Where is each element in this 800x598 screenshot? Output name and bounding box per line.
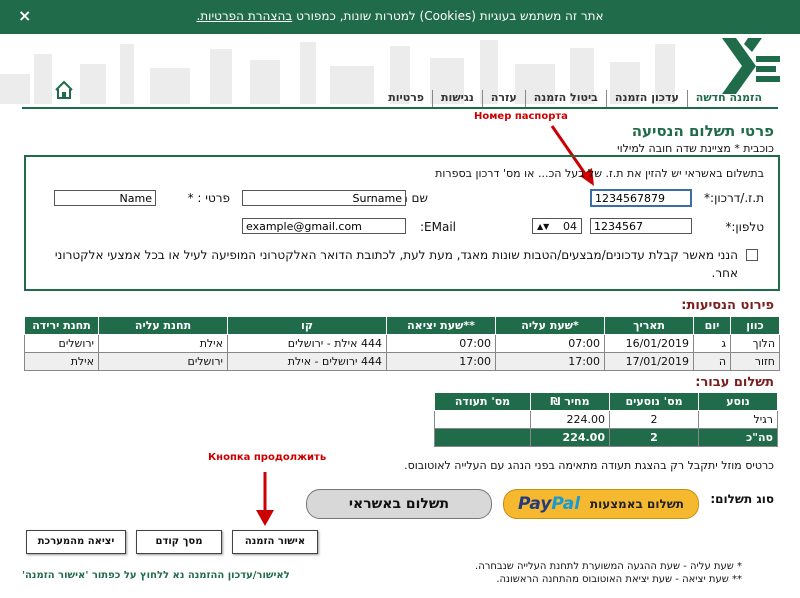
footnote-boarding-time: * שעת עליה - שעת ההגעה המשוערת לתחנת העל… [475,561,742,572]
page-title: פרטי תשלום הנסיעה [631,122,774,140]
col-date: תאריך [604,316,694,335]
cookie-message-text: אתר זה משתמש בעוגיות (Cookies) למטרות שו… [296,9,604,23]
email-input[interactable] [242,218,406,234]
annotation-continue: Кнопка продолжить [208,452,327,463]
cell: 07:00 [386,334,496,353]
tab-update-order[interactable]: עדכון הזמנה [605,90,687,108]
annotation-passport: Номер паспорта [474,111,568,122]
trips-table: כוון יום תאריך *שעת עליה **שעת יציאה קו … [24,316,780,371]
cell [434,428,531,447]
cell: ירושלים [98,352,228,371]
cell: 444 ירושלים - אילת [227,352,387,371]
table-header-row: נוסע מס' נוסעים מחיר ₪ מס' תעודה [434,392,778,411]
home-icon[interactable] [54,80,74,100]
cell: אילת [24,352,99,371]
cell: 17:00 [386,352,496,371]
spinner-arrows-icon[interactable]: ▲▼ [537,222,549,231]
cell: 2 [609,410,699,429]
firstname-label: פרטי : * [187,191,230,205]
firstname-input[interactable] [54,190,156,206]
cell: רגיל [698,410,778,429]
id-number-input[interactable] [590,189,692,207]
col-certificate: מס' תעודה [434,392,531,411]
table-row: הלוך ג 16/01/2019 07:00 07:00 444 אילת -… [24,334,780,353]
credit-card-button[interactable]: תשלום באשראי [306,489,492,519]
nav-divider [22,107,778,109]
paypal-logo-part2: Pal [551,494,581,514]
tab-privacy[interactable]: פרטיות [380,90,432,108]
cookie-banner: × אתר זה משתמש בעוגיות (Cookies) למטרות … [0,0,800,34]
consent-text: הנני מאשר קבלת עדכונים/מבצעים/הטבות שונו… [54,248,738,280]
cell: 07:00 [495,334,605,353]
footnotes: * שעת עליה - שעת ההגעה המשוערת לתחנת העל… [475,560,742,586]
col-direction: כוון [730,316,780,335]
tab-help[interactable]: עזרה [481,90,525,108]
cell: ג [693,334,731,353]
payment-table: נוסע מס' נוסעים מחיר ₪ מס' תעודה רגיל 2 … [434,392,778,447]
phone-label: טלפון:* [725,220,764,234]
cell: 224.00 [530,428,610,447]
cell [434,410,531,429]
cell: סה"כ [698,428,778,447]
paypal-button[interactable]: PayPal תשלום באמצעות [503,489,699,519]
arrow-down-icon [256,472,274,526]
col-price: מחיר ₪ [530,392,610,411]
table-total-row: סה"כ 2 224.00 [434,428,778,447]
col-passenger: נוסע [698,392,778,411]
payment-section-title: תשלום עבור: [695,375,774,390]
privacy-link[interactable]: בהצהרת הפרטיות. [196,9,292,23]
paypal-logo: PayPal [518,494,580,514]
paypal-button-label: תשלום באמצעות [589,497,684,511]
student-discount-note: כרטיס מוזל יתקבל רק בהצגת תעודה מתאימה ב… [404,459,774,472]
cell: ה [693,352,731,371]
col-alighting-station: תחנת ירידה [24,316,99,335]
cell: אילת [98,334,228,353]
payment-type-label: סוג תשלום: [710,492,774,506]
cell: 17:00 [495,352,605,371]
cell: חזור [730,352,780,371]
col-day: יום [693,316,731,335]
phone-input[interactable] [590,218,692,234]
form-instruction: בתשלום באשראי יש להזין את ת.ז. של בעל הכ… [435,167,764,180]
paypal-logo-part1: Pay [518,494,552,514]
table-row: חזור ה 17/01/2019 17:00 17:00 444 ירושלי… [24,352,780,371]
col-boarding-station: תחנת עליה [98,316,228,335]
trips-section-title: פירוט הנסיעות: [681,298,774,313]
table-header-row: כוון יום תאריך *שעת עליה **שעת יציאה קו … [24,316,780,335]
cell: 444 אילת - ירושלים [227,334,387,353]
surname-input[interactable] [242,190,406,206]
col-boarding-time: *שעת עליה [495,316,605,335]
footnote-departure-time: ** שעת יציאה - שעת יציאת האוטובוס מהתחנה… [496,574,742,585]
confirm-order-button[interactable]: אישור הזמנה [232,530,318,554]
previous-screen-button[interactable]: מסך קודם [136,530,222,554]
id-label: ת.ז./דרכון:* [704,191,764,205]
phone-prefix-value: 04 [563,219,577,233]
cell: 224.00 [530,410,610,429]
confirm-instruction-note: לאישור/עדכון ההזמנה נא ללחוץ על כפתור 'א… [22,570,290,581]
exit-system-button[interactable]: יציאה מהמערכת [26,530,126,554]
col-line: קו [227,316,387,335]
cell: ירושלים [24,334,99,353]
tab-cancel-order[interactable]: ביטול הזמנה [524,90,606,108]
main-nav: הזמנה חדשה עדכון הזמנה ביטול הזמנה עזרה … [380,90,770,108]
tab-accessibility[interactable]: נגישות [432,90,482,108]
col-passenger-count: מס' נוסעים [609,392,699,411]
email-label: EMail: [419,220,456,234]
consent-checkbox[interactable] [746,249,758,261]
required-note: כוכבית * מציינת שדה חובה למילוי [617,142,774,155]
table-row: רגיל 2 224.00 [434,410,778,429]
col-departure-time: **שעת יציאה [386,316,496,335]
phone-prefix-select[interactable]: ▲▼ 04 [532,218,582,234]
cookie-message: אתר זה משתמש בעוגיות (Cookies) למטרות שו… [0,9,800,23]
required-note-text: כוכבית * מציינת שדה חובה למילוי [617,142,774,155]
tab-new-order[interactable]: הזמנה חדשה [686,90,770,108]
cell: הלוך [730,334,780,353]
cell: 17/01/2019 [604,352,694,371]
cell: 16/01/2019 [604,334,694,353]
cell: 2 [609,428,699,447]
